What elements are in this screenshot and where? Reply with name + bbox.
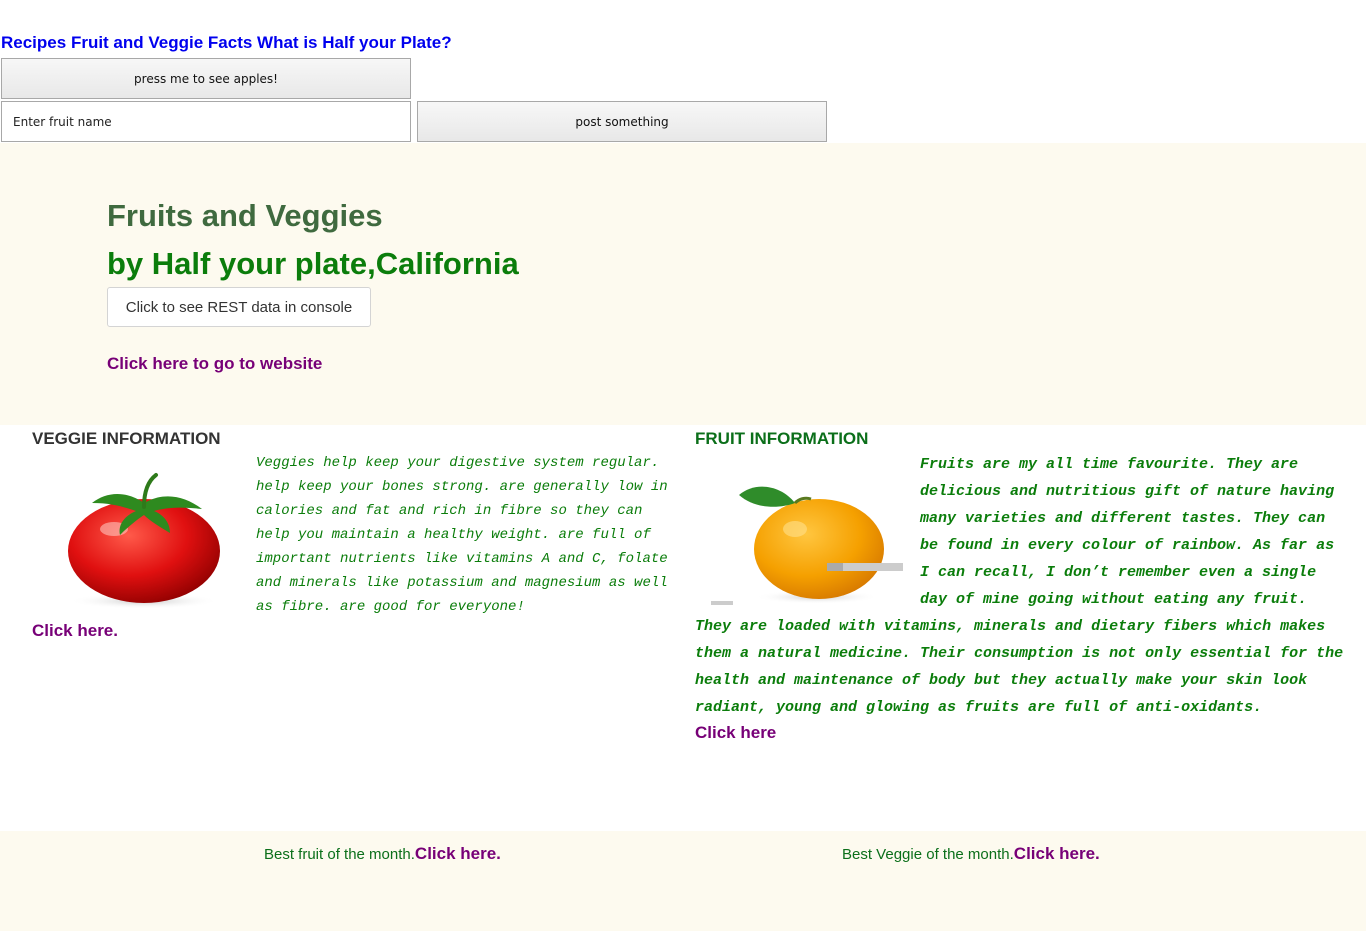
veggie-heading: VEGGIE INFORMATION (32, 429, 221, 448)
fruit-heading: FRUIT INFORMATION (695, 429, 869, 448)
veggie-info-section: VEGGIE INFORMATION Veggies help keep you… (32, 429, 672, 641)
fruit-name-input[interactable] (1, 101, 411, 142)
best-fruit-text: Best fruit of the month. (264, 846, 415, 863)
rest-data-button[interactable]: Click to see REST data in console (107, 287, 371, 327)
post-something-button[interactable]: post something (417, 101, 827, 142)
fruit-click-here-link[interactable]: Click here (695, 723, 1345, 743)
page-subtitle: by Half your plate,California (107, 246, 519, 281)
nav-link-recipes[interactable]: Recipes (1, 33, 66, 52)
veggie-body: Veggies help keep your digestive system … (32, 451, 672, 619)
hero-section: Fruits and Veggies by Half your plate,Ca… (0, 143, 1366, 425)
footer: Best fruit of the month.Click here. Best… (0, 831, 1366, 931)
best-veggie-text: Best Veggie of the month. (842, 846, 1014, 863)
nav-link-half-plate[interactable]: What is Half your Plate? (257, 33, 452, 52)
veggie-text: Veggies help keep your digestive system … (256, 455, 668, 615)
page-title: Fruits and Veggies (107, 198, 383, 233)
tomato-image (68, 473, 220, 609)
orange-image (711, 486, 903, 605)
fruit-info-section: FRUIT INFORMATION Fruits are my all time… (695, 429, 1345, 743)
best-veggie-link[interactable]: Click here. (1014, 844, 1100, 863)
best-fruit-item: Best fruit of the month.Click here. (264, 844, 501, 864)
veggie-click-here-link[interactable]: Click here. (32, 621, 672, 641)
top-nav: Recipes Fruit and Veggie Facts What is H… (1, 33, 452, 53)
fruit-body: Fruits are my all time favourite. They a… (695, 451, 1345, 721)
website-link[interactable]: Click here to go to website (107, 354, 322, 374)
best-fruit-link[interactable]: Click here. (415, 844, 501, 863)
see-apples-button[interactable]: press me to see apples! (1, 58, 411, 99)
nav-link-facts[interactable]: Fruit and Veggie Facts (71, 33, 252, 52)
best-veggie-item: Best Veggie of the month.Click here. (842, 844, 1100, 864)
